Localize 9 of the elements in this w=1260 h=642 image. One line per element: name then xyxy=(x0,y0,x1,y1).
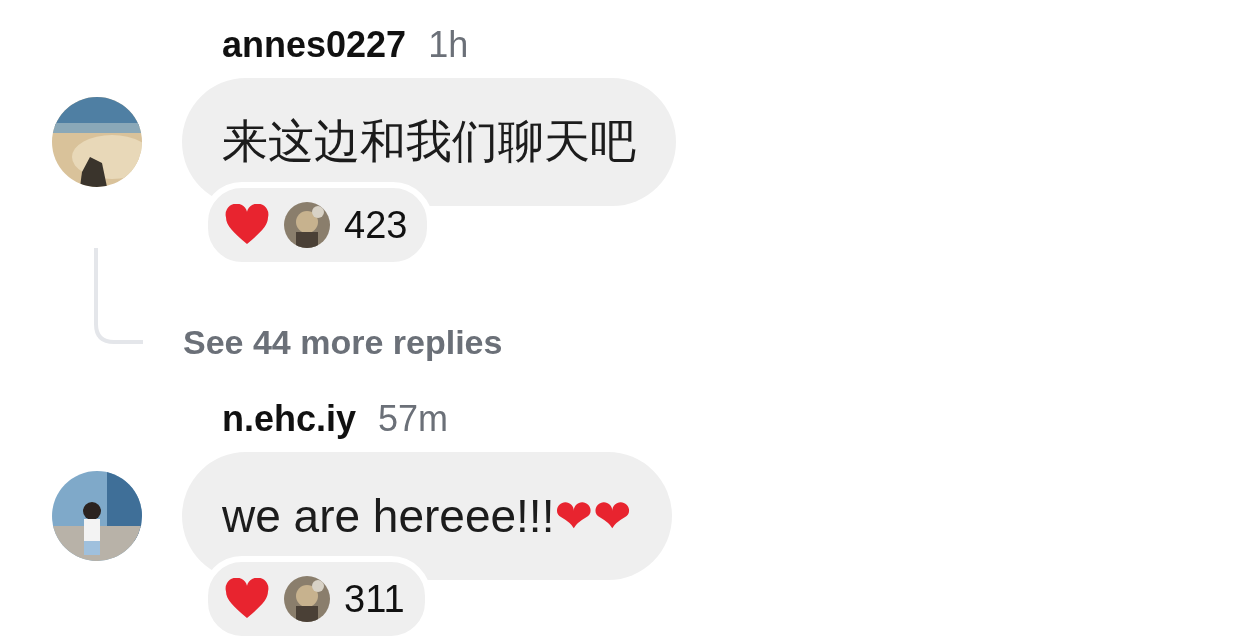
comment-text: 来这边和我们聊天吧 xyxy=(182,78,676,206)
username[interactable]: n.ehc.iy xyxy=(222,398,357,440)
heart-icon xyxy=(224,204,270,246)
heart-icon xyxy=(224,578,270,620)
comment-time: 57m xyxy=(378,398,449,440)
more-replies-link[interactable]: See 44 more replies xyxy=(183,323,503,362)
comment-time: 1h xyxy=(428,24,469,66)
comment-text: we are hereee!!!❤❤ xyxy=(182,452,672,580)
username[interactable]: annes0227 xyxy=(222,24,407,66)
